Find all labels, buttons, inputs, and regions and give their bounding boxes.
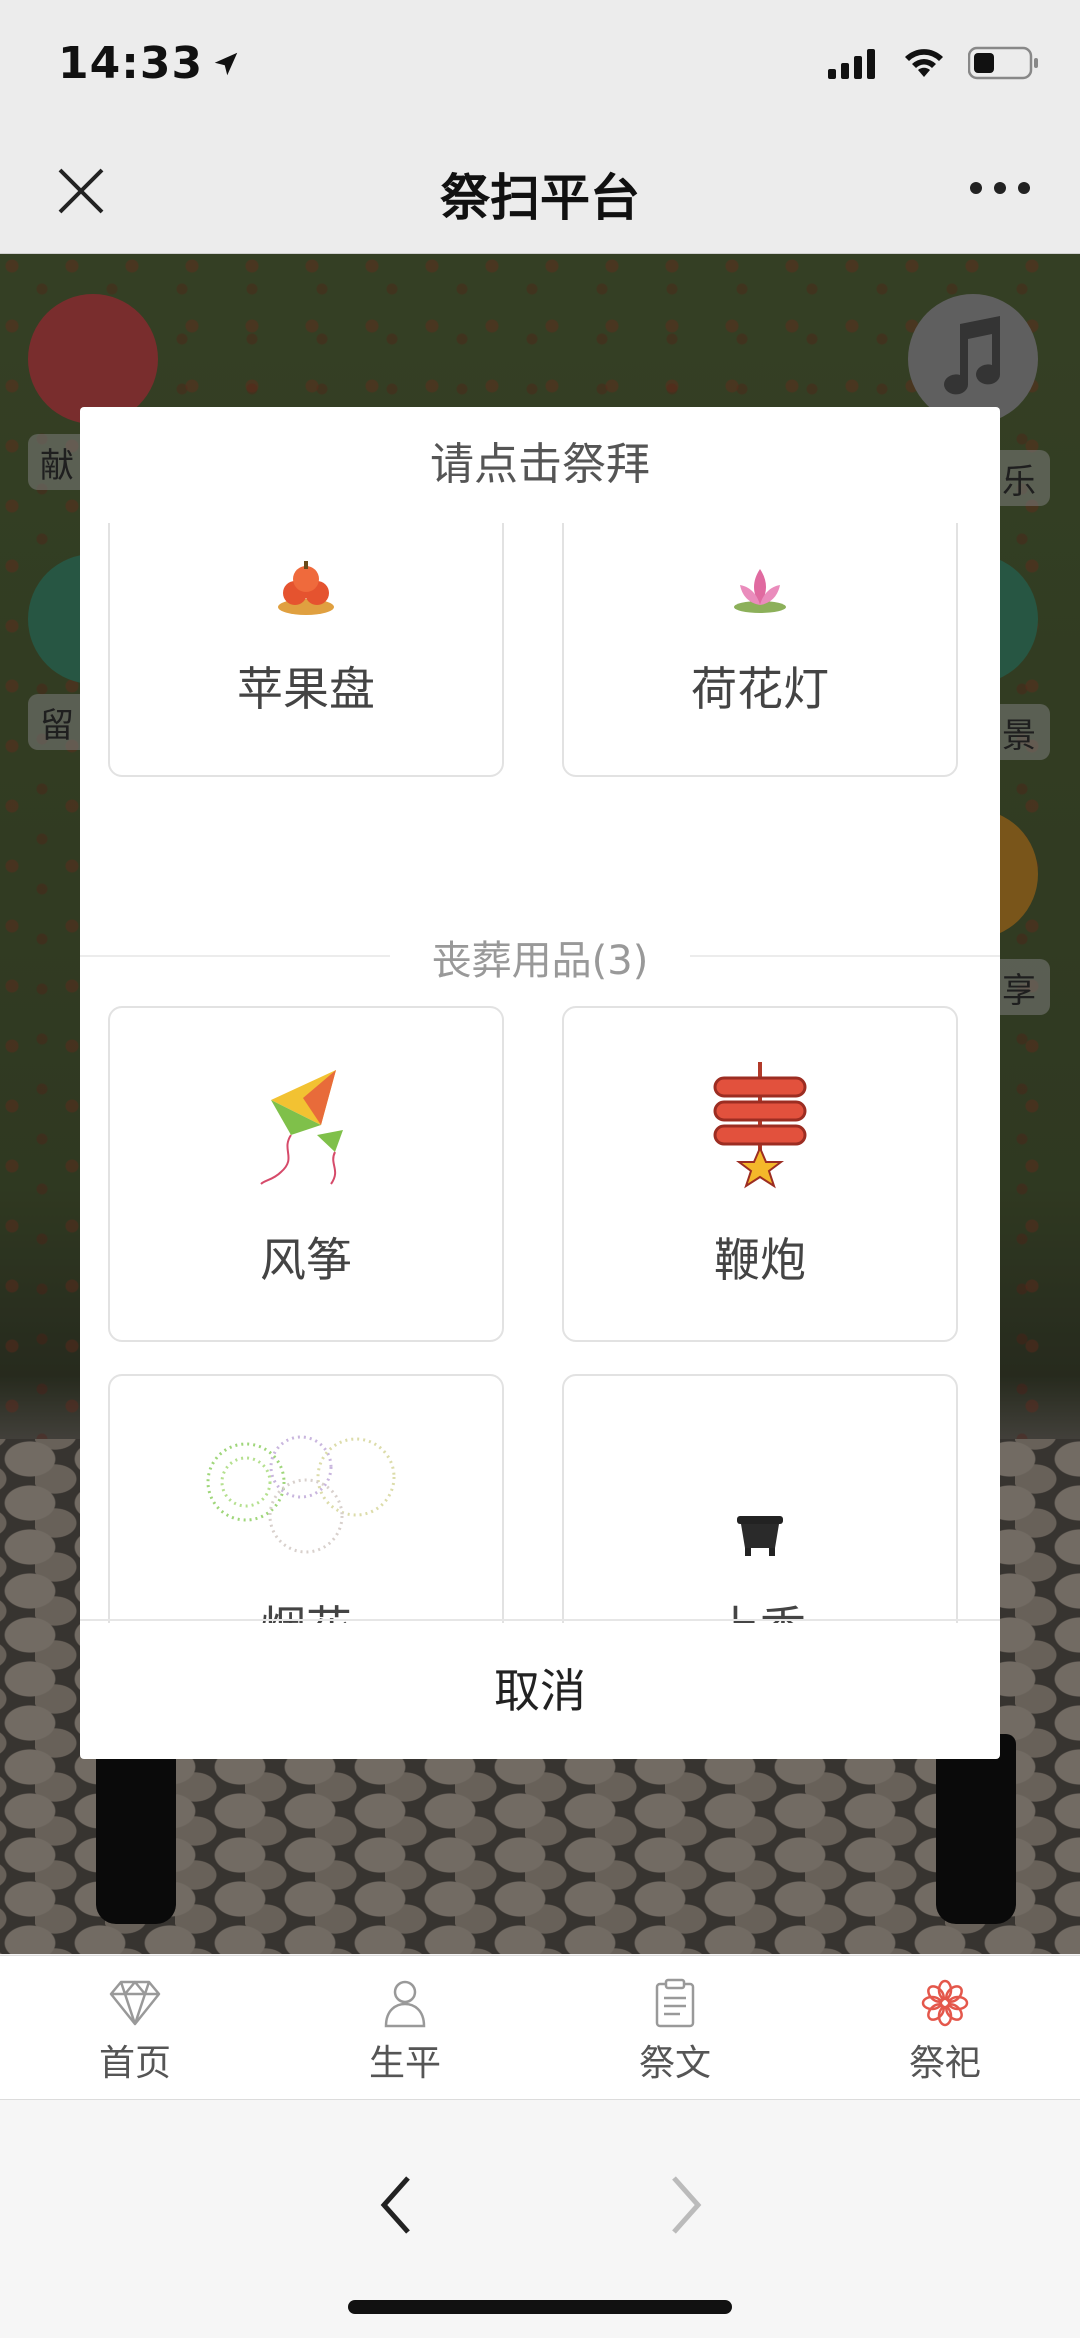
status-time-text: 14:33 [58,38,204,89]
clipboard-icon [655,1978,695,2028]
offering-card-apple-plate[interactable]: 苹果盘 [108,523,504,777]
offering-card-fireworks[interactable]: 烟花 [108,1374,504,1623]
wifi-icon [905,49,943,77]
apple-plate-icon [278,561,334,615]
fireworks-icon [206,1435,396,1554]
tab-biography[interactable]: 生平 [270,1956,540,2099]
tab-home[interactable]: 首页 [0,1956,270,2099]
offering-label: 风筝 [260,1233,352,1287]
lotus-lamp-icon [734,569,786,613]
page-title: 祭扫平台 [440,169,640,227]
tab-label: 首页 [98,2043,171,2084]
home-indicator[interactable] [348,2300,732,2314]
kite-icon [260,1070,343,1185]
tab-label: 祭祀 [908,2043,981,2084]
forward-icon[interactable] [660,2170,710,2240]
more-icon[interactable] [970,182,1030,194]
person-icon [384,1980,426,2028]
offering-modal: 请点击祭拜 苹果盘 荷花灯 丧葬用品(3) 风筝 鞭炮 取消 [80,407,1000,1759]
offering-card-firecracker[interactable]: 鞭炮 [562,1006,958,1342]
section-title: 丧葬用品(3) [431,938,649,984]
offering-card-lotus-lamp[interactable]: 荷花灯 [562,523,958,777]
tab-label: 生平 [368,2043,441,2084]
offering-card-incense[interactable]: 上香 [562,1374,958,1623]
offering-card-kite[interactable]: 风筝 [108,1006,504,1342]
tab-label: 祭文 [638,2043,711,2084]
status-icons [828,46,1040,80]
signal-icon [828,49,875,79]
tab-worship[interactable]: 祭祀 [810,1956,1080,2099]
diamond-icon [109,1980,161,2026]
back-icon[interactable] [372,2170,422,2240]
status-bar: 14:33 [0,0,1080,130]
cancel-button[interactable]: 取消 [80,1619,1000,1759]
tab-bar: 首页 生平 祭文 祭祀 [0,1955,1080,2099]
nav-bar: 祭扫平台 [0,130,1080,254]
modal-title: 请点击祭拜 [430,439,650,490]
offering-label: 鞭炮 [714,1233,806,1287]
firecracker-icon [713,1062,807,1189]
offering-label: 荷花灯 [691,662,829,716]
status-time: 14:33 [58,38,241,89]
battery-icon [968,46,1038,80]
modal-body[interactable]: 苹果盘 荷花灯 丧葬用品(3) 风筝 鞭炮 [80,523,1000,1623]
incense-burner-icon [737,1516,783,1556]
flower-icon [921,1979,969,2027]
offering-label: 苹果盘 [237,662,375,716]
tab-eulogy[interactable]: 祭文 [540,1956,810,2099]
section-header: 丧葬用品(3) [80,900,1000,1010]
location-arrow-icon [214,52,238,75]
